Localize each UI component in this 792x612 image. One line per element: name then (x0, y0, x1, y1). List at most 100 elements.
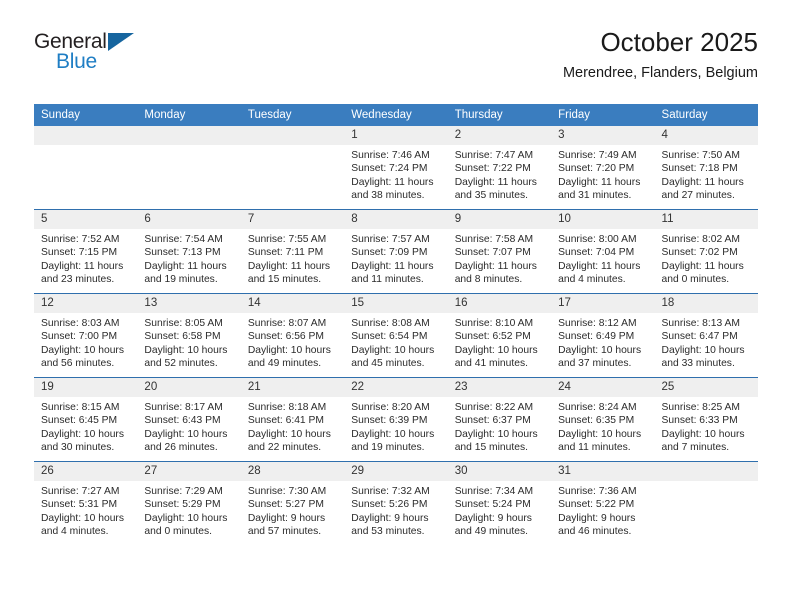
daylight-text-line2: and 15 minutes. (247, 274, 322, 286)
calendar-day-cell[interactable]: 17 Sunrise: 8:12 AM Sunset: 6:49 PM Dayligh… (551, 293, 655, 378)
day-number: 14 (240, 294, 345, 313)
calendar-day-cell[interactable]: 13 Sunrise: 8:05 AM Sunset: 6:58 PM Dayligh… (137, 293, 241, 378)
daylight-text-line1: Daylight: 9 hours (558, 512, 636, 524)
daylight-text-line1: Daylight: 10 hours (41, 428, 124, 440)
sunset-text: Sunset: 5:24 PM (454, 499, 531, 511)
calendar-day-cell[interactable]: 3 Sunrise: 7:49 AM Sunset: 7:20 PM Daylight… (551, 126, 655, 210)
calendar-day-cell[interactable]: 27 Sunrise: 7:29 AM Sunset: 5:29 PM Dayligh… (137, 461, 241, 545)
daylight-text-line2: and 37 minutes. (558, 358, 632, 370)
day-details: Sunrise: 8:12 AM Sunset: 6:49 PM Daylight:… (551, 313, 654, 371)
weekday-header-sunday: Sunday (34, 104, 138, 126)
daylight-text-line2: and 45 minutes. (351, 358, 425, 370)
sunrise-text: Sunrise: 8:20 AM (351, 402, 430, 413)
sunset-text: Sunset: 5:31 PM (41, 499, 118, 511)
daylight-text-line2: and 53 minutes. (351, 526, 425, 538)
daylight-text-line1: Daylight: 11 hours (41, 260, 124, 272)
calendar-day-cell[interactable]: 18 Sunrise: 8:13 AM Sunset: 6:47 PM Dayligh… (654, 293, 758, 378)
calendar-day-cell[interactable]: 29 Sunrise: 7:32 AM Sunset: 5:26 PM Dayligh… (344, 461, 448, 545)
calendar-day-cell[interactable]: 24 Sunrise: 8:24 AM Sunset: 6:35 PM Dayligh… (551, 377, 655, 462)
day-number: 1 (344, 126, 448, 145)
day-number: 28 (240, 462, 345, 481)
day-details: Sunrise: 7:47 AM Sunset: 7:22 PM Daylight:… (448, 145, 551, 203)
day-details: Sunrise: 7:50 AM Sunset: 7:18 PM Daylight:… (655, 145, 758, 203)
day-details: Sunrise: 7:27 AM Sunset: 5:31 PM Daylight:… (34, 481, 137, 539)
daylight-text-line2: and 57 minutes. (247, 526, 322, 538)
sunset-text: Sunset: 6:47 PM (661, 331, 738, 343)
calendar-day-cell[interactable]: 31 Sunrise: 7:36 AM Sunset: 5:22 PM Dayligh… (551, 461, 655, 545)
calendar-day-cell[interactable]: 1 Sunrise: 7:46 AM Sunset: 7:24 PM Daylight… (344, 126, 448, 210)
daylight-text-line1: Daylight: 11 hours (454, 176, 537, 188)
daylight-text-line2: and 35 minutes. (454, 190, 528, 202)
daylight-text-line2: and 30 minutes. (41, 442, 115, 454)
calendar-day-cell[interactable]: 16 Sunrise: 8:10 AM Sunset: 6:52 PM Dayligh… (447, 293, 552, 378)
calendar-day-cell[interactable]: 8 Sunrise: 7:57 AM Sunset: 7:09 PM Daylight… (344, 209, 448, 294)
sunrise-text: Sunrise: 8:10 AM (454, 318, 534, 329)
calendar-day-cell[interactable]: 7 Sunrise: 7:55 AM Sunset: 7:11 PM Daylight… (240, 209, 345, 294)
weekday-header-tuesday: Tuesday (240, 104, 345, 126)
title-block: October 2025 Merendree, Flanders, Belgiu… (563, 26, 758, 82)
day-number: 16 (447, 294, 552, 313)
calendar-empty-cell (240, 126, 345, 210)
daylight-text-line1: Daylight: 10 hours (144, 512, 228, 524)
daylight-text-line2: and 46 minutes. (558, 526, 632, 538)
sunrise-text: Sunrise: 8:22 AM (454, 402, 534, 413)
calendar-day-cell[interactable]: 6 Sunrise: 7:54 AM Sunset: 7:13 PM Daylight… (137, 209, 241, 294)
calendar-day-cell[interactable]: 15 Sunrise: 8:08 AM Sunset: 6:54 PM Dayligh… (344, 293, 448, 378)
calendar-day-cell[interactable]: 19 Sunrise: 8:15 AM Sunset: 6:45 PM Dayligh… (34, 377, 138, 462)
calendar-week-row: 5 Sunrise: 7:52 AM Sunset: 7:15 PM Daylight… (34, 209, 758, 294)
sunset-text: Sunset: 6:56 PM (247, 331, 324, 343)
daylight-text-line1: Daylight: 10 hours (41, 512, 124, 524)
day-details: Sunrise: 7:57 AM Sunset: 7:09 PM Daylight:… (344, 229, 447, 287)
sunset-text: Sunset: 6:49 PM (558, 331, 635, 343)
calendar-day-cell[interactable]: 25 Sunrise: 8:25 AM Sunset: 6:33 PM Dayligh… (654, 377, 758, 462)
daylight-text-line1: Daylight: 11 hours (661, 176, 744, 188)
sunrise-sunset-calendar: Sunday Monday Tuesday Wednesday Thursday… (34, 104, 758, 545)
day-number: 17 (551, 294, 655, 313)
calendar-week-row: 19 Sunrise: 8:15 AM Sunset: 6:45 PM Dayligh… (34, 377, 758, 462)
calendar-day-cell[interactable]: 9 Sunrise: 7:58 AM Sunset: 7:07 PM Daylight… (447, 209, 552, 294)
calendar-day-cell[interactable]: 30 Sunrise: 7:34 AM Sunset: 5:24 PM Dayligh… (447, 461, 552, 545)
sunset-text: Sunset: 6:35 PM (558, 415, 635, 427)
calendar-day-cell[interactable]: 10 Sunrise: 8:00 AM Sunset: 7:04 PM Dayligh… (551, 209, 655, 294)
sunrise-text: Sunrise: 8:03 AM (41, 318, 120, 329)
calendar-day-cell[interactable]: 4 Sunrise: 7:50 AM Sunset: 7:18 PM Daylight… (654, 126, 758, 210)
daylight-text-line1: Daylight: 11 hours (247, 260, 331, 272)
calendar-day-cell[interactable]: 2 Sunrise: 7:47 AM Sunset: 7:22 PM Daylight… (447, 126, 552, 210)
daylight-text-line1: Daylight: 11 hours (661, 260, 744, 272)
sunset-text: Sunset: 6:39 PM (351, 415, 428, 427)
sunrise-text: Sunrise: 7:58 AM (454, 234, 534, 245)
calendar-day-cell[interactable]: 14 Sunrise: 8:07 AM Sunset: 6:56 PM Dayligh… (240, 293, 345, 378)
day-details: Sunrise: 8:00 AM Sunset: 7:04 PM Daylight:… (551, 229, 654, 287)
day-details: Sunrise: 7:30 AM Sunset: 5:27 PM Daylight:… (241, 481, 344, 539)
day-number: 12 (34, 294, 138, 313)
calendar-day-cell[interactable]: 23 Sunrise: 8:22 AM Sunset: 6:37 PM Dayligh… (447, 377, 552, 462)
calendar-day-cell[interactable]: 12 Sunrise: 8:03 AM Sunset: 7:00 PM Dayligh… (34, 293, 138, 378)
calendar-day-cell[interactable]: 20 Sunrise: 8:17 AM Sunset: 6:43 PM Dayligh… (137, 377, 241, 462)
sunset-text: Sunset: 7:22 PM (454, 163, 531, 175)
sunset-text: Sunset: 6:58 PM (144, 331, 221, 343)
calendar-day-cell[interactable]: 11 Sunrise: 8:02 AM Sunset: 7:02 PM Dayligh… (654, 209, 758, 294)
sunset-text: Sunset: 6:33 PM (661, 415, 738, 427)
daylight-text-line1: Daylight: 11 hours (558, 260, 641, 272)
calendar-day-cell[interactable]: 21 Sunrise: 8:18 AM Sunset: 6:41 PM Dayligh… (240, 377, 345, 462)
daylight-text-line1: Daylight: 10 hours (558, 428, 642, 440)
calendar-day-cell[interactable]: 5 Sunrise: 7:52 AM Sunset: 7:15 PM Daylight… (34, 209, 138, 294)
calendar-day-cell[interactable]: 26 Sunrise: 7:27 AM Sunset: 5:31 PM Dayligh… (34, 461, 138, 545)
day-details: Sunrise: 7:54 AM Sunset: 7:13 PM Daylight:… (137, 229, 240, 287)
day-details: Sunrise: 8:07 AM Sunset: 6:56 PM Daylight:… (241, 313, 344, 371)
weekday-header-saturday: Saturday (654, 104, 758, 126)
page-header: General Blue October 2025 Merendree, Fla… (34, 26, 758, 98)
day-details: Sunrise: 8:15 AM Sunset: 6:45 PM Daylight:… (34, 397, 137, 455)
sunrise-text: Sunrise: 7:30 AM (247, 486, 327, 497)
daylight-text-line2: and 0 minutes. (144, 526, 212, 538)
sunset-text: Sunset: 6:45 PM (41, 415, 118, 427)
calendar-day-cell[interactable]: 22 Sunrise: 8:20 AM Sunset: 6:39 PM Dayligh… (344, 377, 448, 462)
calendar-day-cell[interactable]: 28 Sunrise: 7:30 AM Sunset: 5:27 PM Dayligh… (240, 461, 345, 545)
day-details: Sunrise: 7:34 AM Sunset: 5:24 PM Daylight:… (448, 481, 551, 539)
sunset-text: Sunset: 6:52 PM (454, 331, 531, 343)
day-number: 7 (240, 210, 345, 229)
sunset-text: Sunset: 7:09 PM (351, 247, 428, 259)
day-details: Sunrise: 8:05 AM Sunset: 6:58 PM Daylight:… (137, 313, 240, 371)
day-details: Sunrise: 8:22 AM Sunset: 6:37 PM Daylight:… (448, 397, 551, 455)
sunrise-text: Sunrise: 7:47 AM (454, 150, 534, 161)
